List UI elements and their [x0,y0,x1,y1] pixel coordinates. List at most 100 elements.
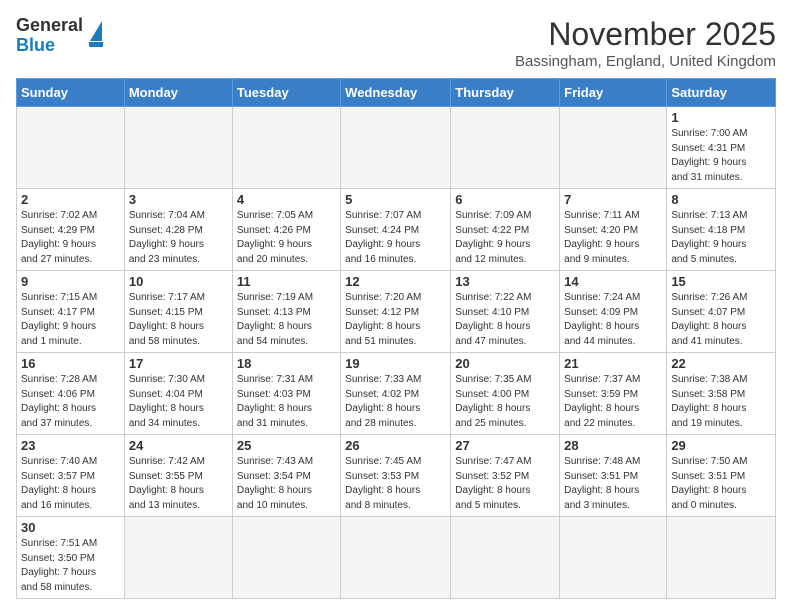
calendar-day-cell [341,517,451,599]
calendar-day-cell: 9 Sunrise: 7:15 AM Sunset: 4:17 PM Daylig… [17,271,125,353]
day-info: Sunrise: 7:09 AM Sunset: 4:22 PM Dayligh… [455,209,555,267]
calendar-day-cell [667,517,776,599]
day-number: 25 [237,438,336,453]
calendar-day-cell: 3Sunrise: 7:04 AM Sunset: 4:28 PM Daylig… [124,189,232,271]
day-number: 6 [455,192,555,207]
day-number: 5 [345,192,446,207]
calendar-day-cell: 25 Sunrise: 7:43 AM Sunset: 3:54 PM Dayli… [232,435,340,517]
day-number: 1 [671,110,771,125]
calendar-day-cell: 30 Sunrise: 7:51 AM Sunset: 3:50 PM Dayli… [17,517,125,599]
day-number: 4 [237,192,336,207]
weekday-header-cell: Wednesday [341,79,451,107]
calendar-week-row: 2 Sunrise: 7:02 AM Sunset: 4:29 PM Daylig… [17,189,776,271]
logo-text: GeneralBlue [16,16,83,56]
day-info: Sunrise: 7:38 AM Sunset: 3:58 PM Dayligh… [671,373,771,431]
day-number: 20 [455,356,555,371]
day-info: Sunrise: 7:26 AM Sunset: 4:07 PM Dayligh… [671,291,771,349]
day-number: 19 [345,356,446,371]
calendar-day-cell: 2 Sunrise: 7:02 AM Sunset: 4:29 PM Daylig… [17,189,125,271]
day-info: Sunrise: 7:42 AM Sunset: 3:55 PM Dayligh… [129,455,228,513]
calendar-day-cell [341,107,451,189]
calendar-day-cell: 11 Sunrise: 7:19 AM Sunset: 4:13 PM Dayli… [232,271,340,353]
day-info: Sunrise: 7:00 AM Sunset: 4:31 PM Dayligh… [671,127,771,185]
day-info: Sunrise: 7:19 AM Sunset: 4:13 PM Dayligh… [237,291,336,349]
calendar-day-cell [124,107,232,189]
calendar-day-cell: 14 Sunrise: 7:24 AM Sunset: 4:09 PM Dayli… [560,271,667,353]
day-number: 24 [129,438,228,453]
day-info: Sunrise: 7:37 AM Sunset: 3:59 PM Dayligh… [564,373,662,431]
day-info: Sunrise: 7:13 AM Sunset: 4:18 PM Dayligh… [671,209,771,267]
calendar-day-cell: 12 Sunrise: 7:20 AM Sunset: 4:12 PM Dayli… [341,271,451,353]
day-number: 15 [671,274,771,289]
day-info: Sunrise: 7:31 AM Sunset: 4:03 PM Dayligh… [237,373,336,431]
day-info: Sunrise: 7:48 AM Sunset: 3:51 PM Dayligh… [564,455,662,513]
header: GeneralBlue November 2025 Bassingham, En… [16,16,776,70]
calendar-day-cell: 23 Sunrise: 7:40 AM Sunset: 3:57 PM Dayli… [17,435,125,517]
calendar-day-cell [560,517,667,599]
calendar-day-cell: 18Sunrise: 7:31 AM Sunset: 4:03 PM Dayli… [232,353,340,435]
weekday-header-cell: Monday [124,79,232,107]
calendar-day-cell: 8 Sunrise: 7:13 AM Sunset: 4:18 PM Daylig… [667,189,776,271]
day-info: Sunrise: 7:33 AM Sunset: 4:02 PM Dayligh… [345,373,446,431]
day-info: Sunrise: 7:51 AM Sunset: 3:50 PM Dayligh… [21,537,120,595]
day-info: Sunrise: 7:40 AM Sunset: 3:57 PM Dayligh… [21,455,120,513]
weekday-header-cell: Sunday [17,79,125,107]
day-number: 28 [564,438,662,453]
day-number: 14 [564,274,662,289]
calendar-day-cell [451,517,560,599]
weekday-header-cell: Saturday [667,79,776,107]
calendar-day-cell: 15 Sunrise: 7:26 AM Sunset: 4:07 PM Dayli… [667,271,776,353]
calendar-table: SundayMondayTuesdayWednesdayThursdayFrid… [16,78,776,599]
day-info: Sunrise: 7:07 AM Sunset: 4:24 PM Dayligh… [345,209,446,267]
calendar-week-row: 16Sunrise: 7:28 AM Sunset: 4:06 PM Dayli… [17,353,776,435]
calendar-day-cell: 19 Sunrise: 7:33 AM Sunset: 4:02 PM Dayli… [341,353,451,435]
calendar-day-cell: 20 Sunrise: 7:35 AM Sunset: 4:00 PM Dayli… [451,353,560,435]
calendar-day-cell: 7 Sunrise: 7:11 AM Sunset: 4:20 PM Daylig… [560,189,667,271]
calendar-day-cell [124,517,232,599]
day-number: 10 [129,274,228,289]
day-number: 3 [129,192,228,207]
calendar-day-cell [17,107,125,189]
day-info: Sunrise: 7:15 AM Sunset: 4:17 PM Dayligh… [21,291,120,349]
weekday-header-row: SundayMondayTuesdayWednesdayThursdayFrid… [17,79,776,107]
day-number: 13 [455,274,555,289]
calendar-day-cell: 1 Sunrise: 7:00 AM Sunset: 4:31 PM Daylig… [667,107,776,189]
day-info: Sunrise: 7:05 AM Sunset: 4:26 PM Dayligh… [237,209,336,267]
weekday-header-cell: Thursday [451,79,560,107]
day-info: Sunrise: 7:02 AM Sunset: 4:29 PM Dayligh… [21,209,120,267]
day-info: Sunrise: 7:30 AM Sunset: 4:04 PM Dayligh… [129,373,228,431]
day-info: Sunrise: 7:35 AM Sunset: 4:00 PM Dayligh… [455,373,555,431]
day-info: Sunrise: 7:11 AM Sunset: 4:20 PM Dayligh… [564,209,662,267]
day-number: 27 [455,438,555,453]
calendar-day-cell [232,517,340,599]
calendar-week-row: 9 Sunrise: 7:15 AM Sunset: 4:17 PM Daylig… [17,271,776,353]
calendar-week-row: 23 Sunrise: 7:40 AM Sunset: 3:57 PM Dayli… [17,435,776,517]
calendar-day-cell: 17 Sunrise: 7:30 AM Sunset: 4:04 PM Dayli… [124,353,232,435]
day-info: Sunrise: 7:24 AM Sunset: 4:09 PM Dayligh… [564,291,662,349]
day-number: 30 [21,520,120,535]
logo: GeneralBlue [16,16,103,56]
calendar-day-cell: 24 Sunrise: 7:42 AM Sunset: 3:55 PM Dayli… [124,435,232,517]
day-number: 7 [564,192,662,207]
day-number: 11 [237,274,336,289]
day-info: Sunrise: 7:20 AM Sunset: 4:12 PM Dayligh… [345,291,446,349]
calendar-day-cell: 13 Sunrise: 7:22 AM Sunset: 4:10 PM Dayli… [451,271,560,353]
day-number: 22 [671,356,771,371]
day-number: 23 [21,438,120,453]
day-number: 17 [129,356,228,371]
calendar-day-cell [451,107,560,189]
calendar-day-cell [560,107,667,189]
day-number: 29 [671,438,771,453]
day-info: Sunrise: 7:22 AM Sunset: 4:10 PM Dayligh… [455,291,555,349]
calendar-day-cell [232,107,340,189]
day-number: 8 [671,192,771,207]
day-number: 21 [564,356,662,371]
location-title: Bassingham, England, United Kingdom [515,53,776,70]
day-number: 16 [21,356,120,371]
day-info: Sunrise: 7:43 AM Sunset: 3:54 PM Dayligh… [237,455,336,513]
day-number: 12 [345,274,446,289]
calendar-week-row: 1 Sunrise: 7:00 AM Sunset: 4:31 PM Daylig… [17,107,776,189]
day-info: Sunrise: 7:17 AM Sunset: 4:15 PM Dayligh… [129,291,228,349]
day-number: 9 [21,274,120,289]
day-number: 2 [21,192,120,207]
